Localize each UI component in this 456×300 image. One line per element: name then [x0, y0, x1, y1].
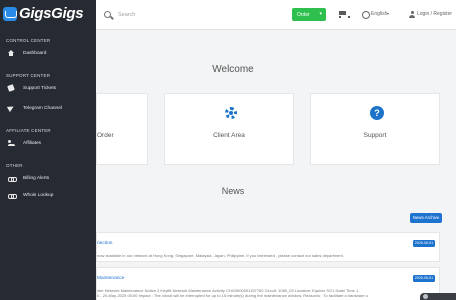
news-item[interactable]: Maintenance ider Network Maintenance Not…	[96, 267, 440, 300]
search-input[interactable]	[118, 8, 278, 22]
sidebar: CONTROL CENTER Dashboard SUPPORT CENTER …	[0, 30, 96, 300]
card-label: Order	[97, 132, 114, 139]
sidebar-item-dashboard[interactable]: Dashboard	[0, 47, 96, 59]
search-icon	[104, 11, 111, 18]
news-date-badge: 2025-06-01	[413, 240, 435, 247]
order-button[interactable]: Order ▾	[292, 8, 326, 21]
sidebar-item-label: Support Tickets	[23, 85, 57, 91]
chat-widget[interactable]	[420, 293, 456, 300]
sidebar-item-label: Billing Alerts	[23, 175, 50, 181]
globe-icon[interactable]	[362, 11, 370, 19]
brand-logo[interactable]: GigsGigs	[0, 0, 96, 30]
sidebar-section-title: OTHER	[6, 163, 23, 168]
sidebar-item-label: Dashboard	[23, 50, 47, 56]
order-card[interactable]: Order	[96, 93, 148, 165]
gear-icon	[225, 107, 237, 119]
news-title[interactable]: Maintenance	[97, 276, 124, 281]
welcome-heading: Welcome	[212, 64, 254, 75]
sidebar-item-support-tickets[interactable]: Support Tickets	[0, 82, 96, 94]
sidebar-section-title: AFFILIATE CENTER	[6, 128, 51, 133]
client-area-card[interactable]: Client Area	[164, 93, 294, 165]
news-heading: News	[221, 186, 245, 196]
home-icon	[8, 50, 14, 56]
sidebar-item-telegram-channel[interactable]: Telegram Channel	[0, 102, 96, 114]
support-card[interactable]: ? Support	[310, 93, 440, 165]
logo-icon	[3, 7, 17, 21]
user-icon	[409, 11, 415, 18]
card-label: Support	[363, 132, 387, 139]
sidebar-item-billing-alerts[interactable]: Billing Alerts	[0, 172, 96, 184]
top-bar: GigsGigs Order ▾ English ▾ Login / Regis…	[0, 0, 456, 30]
news-title[interactable]: nection	[97, 241, 112, 246]
card-label: Client Area	[213, 132, 245, 139]
link-icon	[8, 192, 17, 199]
language-selector[interactable]: English	[371, 11, 387, 17]
news-excerpt-line-2: 0 - 20-May-2025 05:00 Impact : The circu…	[97, 293, 368, 298]
chevron-down-icon: ▾	[387, 11, 390, 16]
sidebar-item-whois-lookup[interactable]: Whois Lookup	[0, 189, 96, 201]
sidebar-item-affiliates[interactable]: Affiliates	[0, 137, 96, 149]
chevron-down-icon: ▾	[319, 11, 322, 17]
main-content: Welcome Order Client Area ? Support News…	[96, 30, 456, 300]
news-excerpt: now available in our network at Hong Kon…	[97, 253, 344, 258]
help-icon: ?	[370, 106, 384, 120]
link-icon	[8, 175, 17, 182]
brand-name: GigsGigs	[19, 5, 84, 22]
sidebar-section-title: CONTROL CENTER	[6, 38, 51, 43]
users-icon	[8, 140, 15, 146]
news-archive-button[interactable]: News Archive	[410, 213, 442, 223]
login-register-link[interactable]: Login / Register	[417, 11, 452, 17]
sidebar-item-label: Telegram Channel	[23, 105, 62, 111]
send-icon	[8, 105, 14, 111]
sidebar-section-title: SUPPORT CENTER	[6, 73, 51, 78]
sidebar-item-label: Affiliates	[23, 140, 42, 146]
order-button-label: Order	[297, 11, 310, 18]
sidebar-item-label: Whois Lookup	[23, 192, 54, 198]
ticket-icon	[7, 84, 15, 92]
news-item[interactable]: nection now available in our network at …	[96, 232, 440, 262]
news-date-badge: 2025-05-01	[413, 275, 435, 282]
cart-icon[interactable]	[338, 10, 350, 18]
